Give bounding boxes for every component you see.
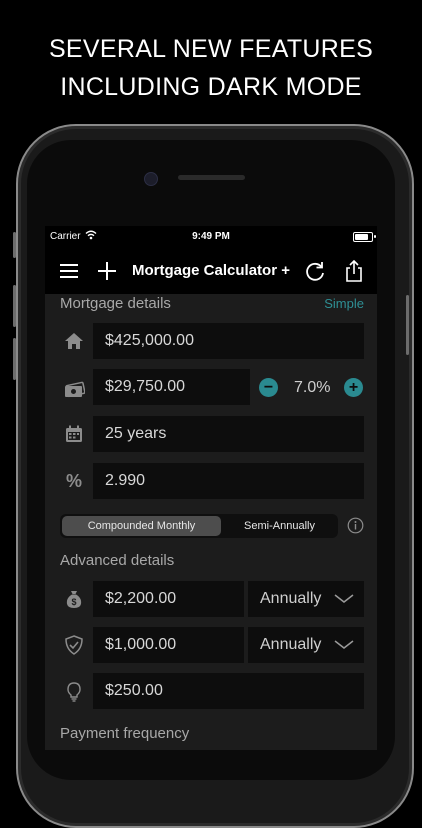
mortgage-details-title: Mortgage details [60,295,171,312]
headline-line-1: SEVERAL NEW FEATURES [48,35,374,63]
insurance-period-select[interactable]: Annually [248,627,364,663]
share-icon[interactable] [341,258,367,284]
loan-term-input[interactable]: 25 years [93,416,364,452]
phone-volume-down [13,338,16,380]
earpiece-speaker [178,175,245,180]
status-time: 9:49 PM [192,231,230,242]
property-tax-period-select[interactable]: Annually [248,581,364,617]
advanced-details-title: Advanced details [60,552,175,569]
segment-semi-annually[interactable]: Semi-Annually [223,516,336,536]
decrease-percent-button[interactable]: − [259,378,278,397]
interest-rate-input[interactable]: 2.990 [93,463,364,499]
battery-icon [353,232,373,242]
property-tax-period-label: Annually [260,590,322,607]
segment-compounded-monthly[interactable]: Compounded Monthly [62,516,221,536]
status-bar: Carrier 9:49 PM [45,226,377,248]
phone-mute-switch [13,232,16,258]
phone-volume-up [13,285,16,327]
property-tax-input[interactable]: $2,200.00 [93,581,244,617]
battery-tip [374,235,376,238]
chevron-down-icon [334,594,354,603]
home-icon [65,333,83,349]
info-icon[interactable] [347,517,364,534]
home-price-input[interactable]: $425,000.00 [93,323,364,359]
front-camera [144,172,158,186]
down-payment-input[interactable]: $29,750.00 [93,369,250,405]
shield-icon [65,635,83,655]
phone-power-button [406,295,409,355]
calendar-icon [66,425,82,442]
insurance-period-label: Annually [260,636,322,653]
percent-icon: % [66,471,82,491]
down-payment-percent: 7.0% [294,379,331,396]
payment-frequency-title: Payment frequency [60,725,190,742]
compounding-segmented-control: Compounded Monthly Semi-Annually [60,514,338,538]
insurance-input[interactable]: $1,000.00 [93,627,244,663]
lightbulb-icon [67,682,81,702]
headline-line-2: INCLUDING DARK MODE [60,73,362,101]
cash-icon [65,381,85,398]
refresh-icon[interactable] [302,258,328,284]
increase-percent-button[interactable]: + [344,378,363,397]
svg-text:$: $ [71,597,76,607]
money-bag-icon: $ [66,591,82,608]
simple-mode-link[interactable]: Simple [324,296,364,311]
chevron-down-icon [334,640,354,649]
svg-text:%: % [66,471,82,491]
navigation-bar: Mortgage Calculator + [45,248,377,294]
utilities-input[interactable]: $250.00 [93,673,364,709]
app-screen: Carrier 9:49 PM Mortgage Calculator + Mo… [45,226,377,750]
